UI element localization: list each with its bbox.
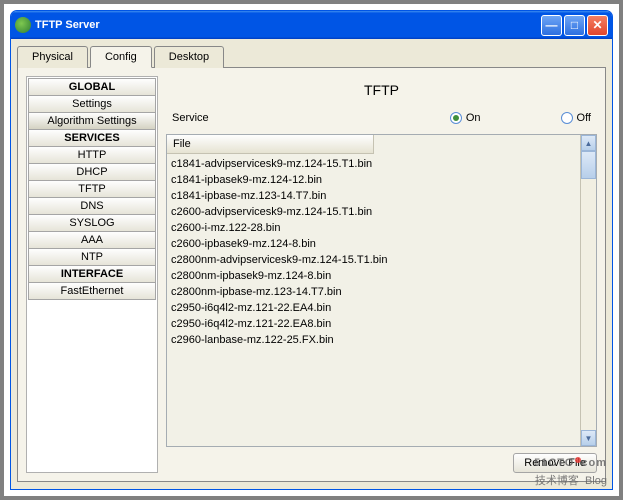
list-item[interactable]: c2600-ipbasek9-mz.124-8.bin (171, 236, 576, 252)
sidebar-item[interactable]: Algorithm Settings (28, 112, 156, 130)
radio-off-icon (561, 112, 573, 124)
close-button[interactable]: ✕ (587, 15, 608, 36)
list-item[interactable]: c2800nm-ipbase-mz.123-14.T7.bin (171, 284, 576, 300)
list-item[interactable]: c1841-ipbasek9-mz.124-12.bin (171, 172, 576, 188)
list-item[interactable]: c2960-lanbase-mz.122-25.FX.bin (171, 332, 576, 348)
radio-on-label: On (466, 112, 481, 124)
scroll-down-button[interactable]: ▼ (581, 430, 596, 446)
list-item[interactable]: c2600-i-mz.122-28.bin (171, 220, 576, 236)
service-label: Service (172, 112, 312, 124)
column-header-file[interactable]: File (167, 135, 374, 154)
minimize-button[interactable]: — (541, 15, 562, 36)
app-icon (15, 17, 31, 33)
sidebar-item[interactable]: DHCP (28, 163, 156, 181)
app-window: TFTP Server — □ ✕ Physical Config Deskto… (10, 10, 613, 490)
tab-physical[interactable]: Physical (17, 46, 88, 68)
watermark: 51CTOcom 技术博客 Blog (534, 446, 607, 488)
sidebar-header: INTERFACE (28, 265, 156, 283)
sidebar-item[interactable]: NTP (28, 248, 156, 266)
scroll-up-button[interactable]: ▲ (581, 135, 596, 151)
sidebar-header: SERVICES (28, 129, 156, 147)
sidebar-item[interactable]: TFTP (28, 180, 156, 198)
tab-bar: Physical Config Desktop (17, 45, 606, 68)
list-header-row: File (167, 135, 580, 154)
window-title: TFTP Server (35, 19, 539, 31)
scroll-track[interactable] (581, 179, 596, 430)
config-panel: GLOBALSettingsAlgorithm SettingsSERVICES… (17, 68, 606, 482)
sidebar-item[interactable]: HTTP (28, 146, 156, 164)
scroll-thumb[interactable] (581, 151, 596, 179)
radio-on[interactable]: On (450, 112, 481, 124)
sidebar-item[interactable]: SYSLOG (28, 214, 156, 232)
file-list-body[interactable]: c1841-advipservicesk9-mz.124-15.T1.binc1… (167, 154, 580, 350)
list-item[interactable]: c1841-advipservicesk9-mz.124-15.T1.bin (171, 156, 576, 172)
main-area: TFTP Service On Off File (166, 76, 597, 473)
list-item[interactable]: c1841-ipbase-mz.123-14.T7.bin (171, 188, 576, 204)
maximize-button[interactable]: □ (564, 15, 585, 36)
list-item[interactable]: c2950-i6q4l2-mz.121-22.EA4.bin (171, 300, 576, 316)
sidebar-header: GLOBAL (28, 78, 156, 96)
radio-on-icon (450, 112, 462, 124)
sidebar-item[interactable]: AAA (28, 231, 156, 249)
tab-desktop[interactable]: Desktop (154, 46, 224, 68)
file-listbox[interactable]: File c1841-advipservicesk9-mz.124-15.T1.… (166, 134, 597, 447)
scrollbar[interactable]: ▲ ▼ (580, 135, 596, 446)
titlebar[interactable]: TFTP Server — □ ✕ (11, 11, 612, 39)
radio-off[interactable]: Off (561, 112, 591, 124)
list-item[interactable]: c2800nm-ipbasek9-mz.124-8.bin (171, 268, 576, 284)
page-title: TFTP (166, 76, 597, 108)
sidebar-item[interactable]: Settings (28, 95, 156, 113)
list-item[interactable]: c2950-i6q4l2-mz.121-22.EA8.bin (171, 316, 576, 332)
sidebar-item[interactable]: FastEthernet (28, 282, 156, 300)
list-item[interactable]: c2600-advipservicesk9-mz.124-15.T1.bin (171, 204, 576, 220)
tab-config[interactable]: Config (90, 46, 152, 68)
sidebar: GLOBALSettingsAlgorithm SettingsSERVICES… (26, 76, 158, 473)
list-item[interactable]: c2800nm-advipservicesk9-mz.124-15.T1.bin (171, 252, 576, 268)
service-row: Service On Off (166, 108, 597, 134)
radio-off-label: Off (577, 112, 591, 124)
sidebar-item[interactable]: DNS (28, 197, 156, 215)
